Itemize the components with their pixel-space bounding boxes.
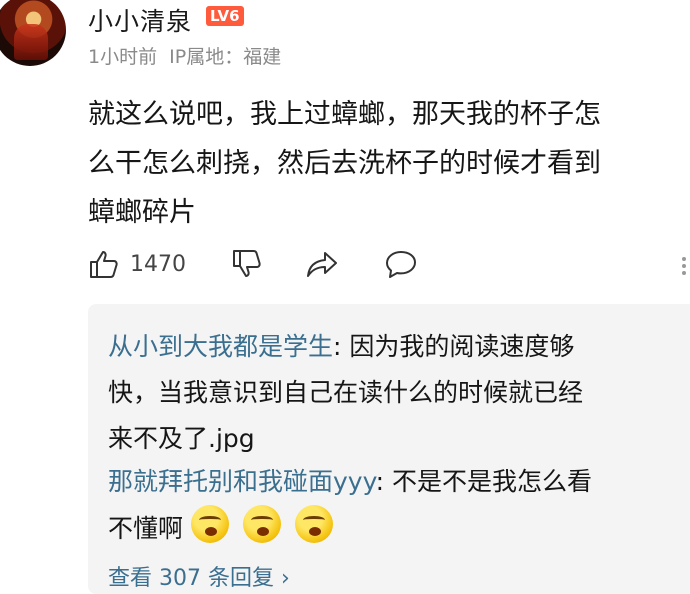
- like-button[interactable]: 1470: [88, 248, 186, 280]
- reply-author[interactable]: 从小到大我都是学生: [108, 332, 333, 361]
- dislike-button[interactable]: [231, 248, 263, 280]
- ip-location: IP属地：福建: [169, 46, 282, 68]
- comment-time: 1小时前: [88, 46, 158, 68]
- like-count: 1470: [130, 251, 186, 277]
- comment-bubble-icon: [384, 248, 418, 280]
- level-badge: LV6: [206, 6, 244, 26]
- reply-item: 那就拜托别和我碰面yyy: 不是不是我怎么看 不懂啊: [108, 459, 668, 552]
- facepalm-emoji-icon: [243, 505, 282, 543]
- reply-button[interactable]: [384, 248, 418, 280]
- thumbs-down-icon: [231, 248, 263, 280]
- comment-meta: 1小时前 IP属地：福建: [88, 42, 287, 69]
- comment-actions: 1470: [88, 248, 688, 288]
- share-icon: [305, 248, 339, 280]
- more-menu-icon[interactable]: [682, 254, 688, 280]
- thumbs-up-icon: [88, 248, 120, 280]
- avatar[interactable]: [0, 0, 66, 66]
- reply-preview-box[interactable]: 从小到大我都是学生: 因为我的阅读速度够 快，当我意识到自己在读什么的时候就已经…: [88, 304, 690, 594]
- reply-author[interactable]: 那就拜托别和我碰面yyy: [108, 467, 376, 496]
- reply-item: 从小到大我都是学生: 因为我的阅读速度够 快，当我意识到自己在读什么的时候就已经…: [108, 324, 668, 462]
- facepalm-emoji-icon: [295, 505, 334, 543]
- facepalm-emoji-icon: [191, 505, 230, 543]
- share-button[interactable]: [305, 248, 339, 280]
- comment-text: 就这么说吧，我上过蟑螂，那天我的杯子怎 么干怎么刺挠，然后去洗杯子的时候才看到 …: [88, 99, 601, 228]
- username[interactable]: 小小清泉: [88, 2, 192, 38]
- view-replies-link[interactable]: 查看 307 条回复 ›: [108, 560, 290, 592]
